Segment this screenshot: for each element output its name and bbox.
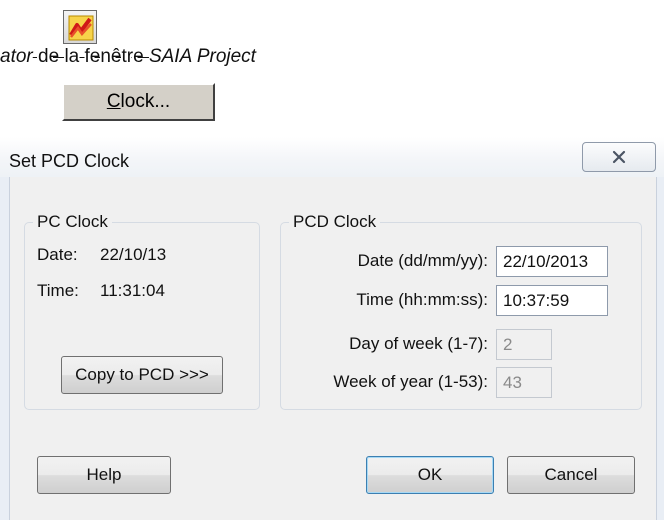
pc-time-label: Time: (37, 281, 79, 300)
dialog-title: Set PCD Clock (9, 151, 130, 171)
pc-time-value: 11:31:04 (100, 281, 165, 300)
chart-flame-icon-glyph (68, 15, 94, 41)
clock-button-mnemonic: C (106, 91, 121, 112)
set-pcd-clock-dialog: Set PCD Clock PC Clock Date: 22/10/13 Ti… (0, 137, 664, 520)
pc-clock-group-label: PC Clock (33, 212, 112, 232)
document-text-line: ator de la fenêtre SAIA Project (0, 46, 256, 68)
doc-text-italic-suffix: SAIA Project (148, 46, 256, 67)
pcd-date-label: Date (dd/mm/yy): (357, 251, 488, 270)
dialog-client-area: PC Clock Date: 22/10/13 Time: 11:31:04 C… (9, 177, 657, 520)
pcd-woy-label: Week of year (1-53): (333, 372, 488, 391)
pc-date-value: 22/10/13 (100, 245, 167, 264)
clock-button[interactable]: Clock... (62, 83, 215, 121)
pcd-woy-input: 43 (496, 367, 552, 398)
pc-date-label: Date: (37, 245, 78, 264)
pcd-date-input[interactable]: 22/10/2013 (496, 246, 608, 277)
copy-to-pcd-button[interactable]: Copy to PCD >>> (61, 356, 223, 394)
chart-flame-icon[interactable] (63, 10, 97, 44)
help-button[interactable]: Help (37, 456, 171, 494)
pcd-clock-group-label: PCD Clock (289, 212, 381, 232)
doc-text-mid: de la fenêtre (32, 46, 149, 67)
ok-button[interactable]: OK (366, 456, 494, 494)
close-button[interactable] (582, 142, 656, 172)
dialog-titlebar[interactable]: Set PCD Clock (0, 137, 664, 177)
clock-button-label: lock... (120, 91, 171, 112)
cancel-button[interactable]: Cancel (507, 456, 635, 494)
pcd-dow-input: 2 (496, 329, 552, 360)
doc-text-italic-prefix: ator (0, 46, 33, 67)
close-x-icon (612, 150, 626, 164)
pcd-time-input[interactable]: 10:37:59 (496, 285, 608, 316)
pcd-dow-label: Day of week (1-7): (349, 334, 488, 353)
pcd-time-label: Time (hh:mm:ss): (356, 290, 488, 309)
